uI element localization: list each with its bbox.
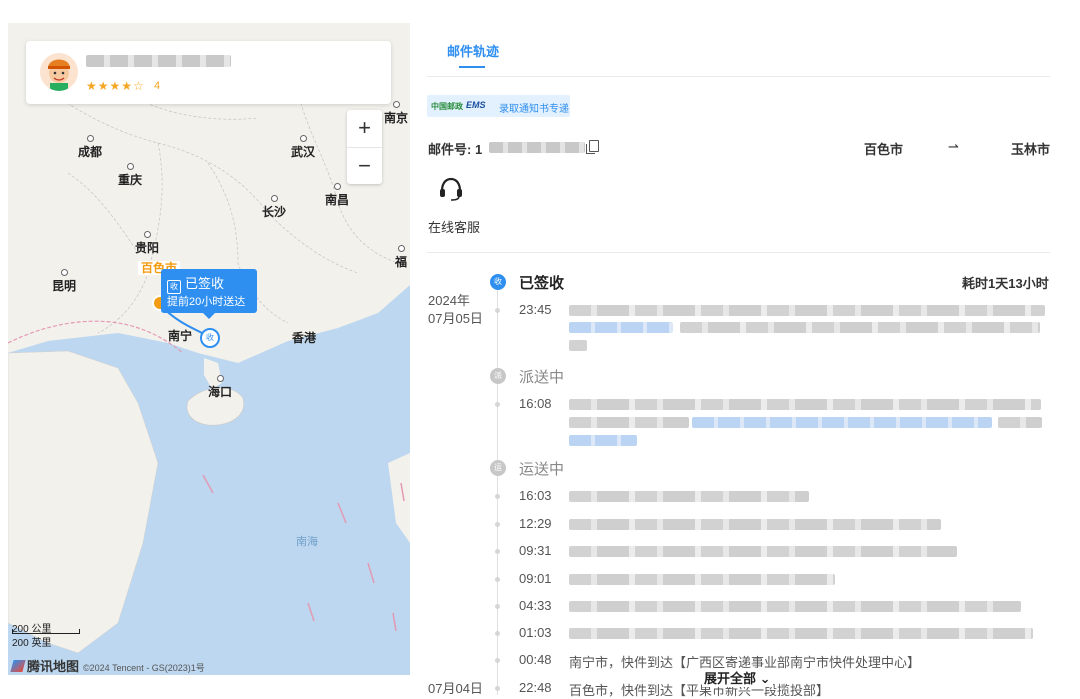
delivering-status-icon: 派 xyxy=(490,368,506,384)
event-time: 09:31 xyxy=(519,543,552,558)
map-brand: 腾讯地图 ©2024 Tencent - GS(2023)1号 xyxy=(10,656,205,675)
divider xyxy=(427,76,1050,77)
popup-status-text: 已签收 xyxy=(185,276,225,291)
headset-icon[interactable] xyxy=(438,176,464,202)
origin-city: 百色市 xyxy=(864,142,904,157)
status-signed: 已签收 xyxy=(519,275,565,292)
event-text-link[interactable] xyxy=(569,435,637,446)
courier-card[interactable]: ★★★★☆ 4 xyxy=(26,41,391,104)
event-time: 01:03 xyxy=(519,625,552,640)
elapsed-time: 耗时1天13小时 xyxy=(962,276,1049,291)
destination-city-label: 南宁 xyxy=(168,329,193,343)
transit-status-icon: 运 xyxy=(490,460,506,476)
tracking-number xyxy=(489,142,585,153)
event-time: 22:48 xyxy=(519,680,552,695)
expand-all-button[interactable]: 展开全部 ⌄ xyxy=(702,668,773,687)
zoom-in-button[interactable]: + xyxy=(347,110,382,148)
sea-label: 南海 xyxy=(296,536,318,548)
city-label: 福 xyxy=(395,245,407,270)
scale-mi: 200 英里 xyxy=(12,638,52,649)
status-in-transit: 运送中 xyxy=(519,461,565,478)
date-label: 2024年 07月05日 xyxy=(428,293,483,326)
signed-status-icon: 收 xyxy=(490,274,506,290)
event-dot xyxy=(495,604,500,609)
city-label: 成都 xyxy=(78,135,102,160)
courier-name xyxy=(86,55,231,67)
event-time: 09:01 xyxy=(519,571,552,586)
china-post-logo: 中国邮政 xyxy=(431,102,463,111)
popup-note: 提前20小时送达 xyxy=(167,296,246,308)
event-dot xyxy=(495,308,500,313)
event-text xyxy=(569,399,1041,410)
tab-mail-track[interactable]: 邮件轨迹 xyxy=(447,41,499,60)
event-text xyxy=(569,491,809,502)
city-label: 重庆 xyxy=(118,163,142,188)
city-label: 武汉 xyxy=(291,135,315,160)
event-text xyxy=(569,546,957,557)
event-dot xyxy=(495,686,500,691)
event-text: 百色市，快件到达【平果市新兴一段揽投部】 xyxy=(569,683,830,698)
city-label: 海口 xyxy=(208,375,232,400)
rating-stars: ★★★★☆ xyxy=(86,79,145,93)
date-label: 07月04日 xyxy=(428,681,483,696)
divider xyxy=(427,252,1050,253)
event-text xyxy=(680,322,1040,333)
event-text xyxy=(569,519,941,530)
event-time: 16:08 xyxy=(519,396,552,411)
event-time: 00:48 xyxy=(519,652,552,667)
route-arrow-icon: ⇀ xyxy=(948,139,959,154)
city-label: 长沙 xyxy=(262,195,286,220)
online-service-link[interactable]: 在线客服 xyxy=(428,217,480,236)
event-dot xyxy=(495,631,500,636)
tracking-label: 邮件号: 1 xyxy=(428,142,483,157)
event-text xyxy=(569,601,1021,612)
delivery-status-popup: 收已签收 提前20小时送达 xyxy=(161,269,257,319)
ems-logo: EMS xyxy=(466,100,486,110)
event-text xyxy=(569,628,1033,639)
banner-text: 录取通知书专递 xyxy=(499,104,569,115)
signed-icon: 收 xyxy=(167,280,181,294)
event-text xyxy=(998,417,1042,428)
rating-value: 4 xyxy=(154,80,161,92)
event-dot xyxy=(495,494,500,499)
courier-avatar xyxy=(40,53,78,91)
zoom-control: + − xyxy=(347,110,382,184)
event-time: 12:29 xyxy=(519,516,552,531)
city-label: 香港 xyxy=(292,331,317,345)
current-location-pin[interactable]: 收 xyxy=(200,328,220,348)
zoom-out-button[interactable]: − xyxy=(347,148,382,185)
event-time: 04:33 xyxy=(519,598,552,613)
event-dot xyxy=(495,549,500,554)
tencent-map-logo-icon xyxy=(10,660,26,672)
event-dot xyxy=(495,402,500,407)
map-copyright: ©2024 Tencent - GS(2023)1号 xyxy=(83,663,205,673)
city-label: 昆明 xyxy=(52,269,76,294)
event-dot xyxy=(495,577,500,582)
copy-icon[interactable] xyxy=(586,140,599,154)
destination-city: 玉林市 xyxy=(1011,142,1051,157)
event-text xyxy=(569,417,689,428)
event-time: 16:03 xyxy=(519,488,552,503)
event-text-link[interactable] xyxy=(569,322,673,333)
event-text xyxy=(569,574,835,585)
city-label: 南昌 xyxy=(325,183,349,208)
event-text xyxy=(569,340,587,351)
city-label: 南京 xyxy=(384,101,408,126)
event-time: 23:45 xyxy=(519,302,552,317)
active-tab-indicator xyxy=(459,66,485,68)
event-text xyxy=(569,305,1045,316)
event-dot xyxy=(495,658,500,663)
status-delivering: 派送中 xyxy=(519,369,565,386)
ems-banner[interactable]: 中国邮政 EMS 录取通知书专递 xyxy=(427,95,570,117)
map-panel[interactable]: 成都 重庆 武汉 南京 南昌 长沙 贵阳 昆明 福 百色市 南宁 香港 海口 南… xyxy=(8,23,410,675)
city-label: 贵阳 xyxy=(135,231,159,256)
event-dot xyxy=(495,522,500,527)
event-text-link[interactable] xyxy=(692,417,992,428)
